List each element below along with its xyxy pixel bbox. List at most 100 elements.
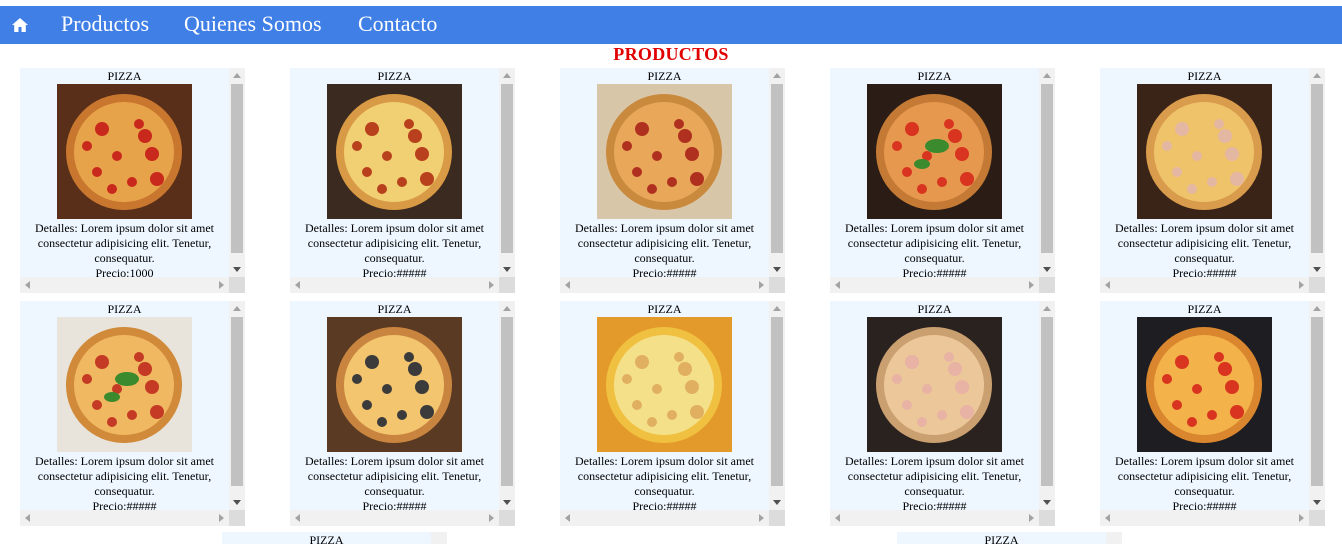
horizontal-scrollbar[interactable] — [290, 277, 499, 293]
scroll-left-arrow-icon[interactable] — [565, 514, 570, 522]
horizontal-scrollbar[interactable] — [290, 510, 499, 526]
vertical-scrollbar[interactable] — [1309, 301, 1325, 510]
scroll-thumb[interactable] — [771, 84, 783, 253]
scrollbar-corner — [769, 510, 785, 526]
horizontal-scrollbar[interactable] — [1100, 277, 1309, 293]
vertical-scrollbar[interactable] — [769, 301, 785, 510]
product-image — [327, 317, 462, 452]
scroll-right-arrow-icon[interactable] — [489, 514, 494, 522]
product-card[interactable]: PIZZA Detalles: Lorem ipsum dolor sit ame… — [1100, 301, 1325, 526]
scroll-right-arrow-icon[interactable] — [1299, 281, 1304, 289]
scroll-left-arrow-icon[interactable] — [835, 281, 840, 289]
scroll-left-arrow-icon[interactable] — [835, 514, 840, 522]
vertical-scrollbar[interactable] — [1309, 68, 1325, 277]
vertical-scrollbar[interactable] — [229, 301, 245, 510]
scroll-up-arrow-icon[interactable] — [503, 306, 511, 311]
product-detail: Detalles: Lorem ipsum dolor sit amet con… — [1115, 221, 1294, 265]
scroll-up-arrow-icon[interactable] — [773, 73, 781, 78]
product-card-partial[interactable]: PIZZA — [222, 532, 447, 544]
product-card[interactable]: PIZZA Detalles: Lorem ipsum dolor sit ame… — [560, 68, 785, 293]
scroll-down-arrow-icon[interactable] — [773, 267, 781, 272]
scroll-left-arrow-icon[interactable] — [25, 281, 30, 289]
vertical-scrollbar[interactable] — [229, 68, 245, 277]
scroll-up-arrow-icon[interactable] — [773, 306, 781, 311]
home-icon[interactable] — [11, 16, 29, 34]
nav-link-quienes-somos[interactable]: Quienes Somos — [184, 10, 322, 38]
scroll-right-arrow-icon[interactable] — [759, 514, 764, 522]
horizontal-scrollbar[interactable] — [1100, 510, 1309, 526]
scroll-up-arrow-icon[interactable] — [1313, 306, 1321, 311]
horizontal-scrollbar[interactable] — [20, 277, 229, 293]
scroll-left-arrow-icon[interactable] — [1105, 281, 1110, 289]
product-name: PIZZA — [1187, 302, 1222, 316]
product-card-partial[interactable]: PIZZA — [897, 532, 1122, 544]
product-card[interactable]: PIZZA Detalles: Lorem ipsum dolor sit ame… — [20, 301, 245, 526]
product-card-content: PIZZA Detalles: Lorem ipsum dolor sit ame… — [1100, 68, 1309, 277]
scroll-up-arrow-icon[interactable] — [1043, 73, 1051, 78]
horizontal-scrollbar[interactable] — [560, 510, 769, 526]
scroll-thumb[interactable] — [1311, 317, 1323, 486]
product-image — [867, 84, 1002, 219]
scroll-up-arrow-icon[interactable] — [233, 306, 241, 311]
scroll-down-arrow-icon[interactable] — [1313, 500, 1321, 505]
product-image — [597, 317, 732, 452]
scroll-right-arrow-icon[interactable] — [219, 281, 224, 289]
scroll-right-arrow-icon[interactable] — [1299, 514, 1304, 522]
product-card[interactable]: PIZZA Detalles: Lorem ipsum dolor sit ame… — [290, 68, 515, 293]
vertical-scrollbar[interactable] — [499, 301, 515, 510]
scroll-right-arrow-icon[interactable] — [489, 281, 494, 289]
scroll-left-arrow-icon[interactable] — [565, 281, 570, 289]
nav-link-contacto[interactable]: Contacto — [358, 10, 437, 38]
scroll-thumb[interactable] — [501, 317, 513, 486]
vertical-scrollbar[interactable] — [769, 68, 785, 277]
scroll-left-arrow-icon[interactable] — [295, 281, 300, 289]
scroll-up-arrow-icon[interactable] — [503, 73, 511, 78]
product-card-content: PIZZA Detalles: Lorem ipsum dolor sit ame… — [560, 68, 769, 277]
scroll-thumb[interactable] — [1041, 84, 1053, 253]
scroll-down-arrow-icon[interactable] — [1043, 267, 1051, 272]
product-card[interactable]: PIZZA Detalles: Lorem ipsum dolor sit ame… — [290, 301, 515, 526]
product-card[interactable]: PIZZA Detalles: Lorem ipsum dolor sit ame… — [1100, 68, 1325, 293]
scroll-thumb[interactable] — [1041, 317, 1053, 486]
scroll-thumb[interactable] — [1311, 84, 1323, 253]
scroll-thumb[interactable] — [501, 84, 513, 253]
scroll-right-arrow-icon[interactable] — [1029, 281, 1034, 289]
scroll-up-arrow-icon[interactable] — [1313, 73, 1321, 78]
scroll-left-arrow-icon[interactable] — [25, 514, 30, 522]
scroll-right-arrow-icon[interactable] — [1029, 514, 1034, 522]
product-name: PIZZA — [917, 302, 952, 316]
scroll-down-arrow-icon[interactable] — [503, 267, 511, 272]
scroll-down-arrow-icon[interactable] — [1313, 267, 1321, 272]
scroll-down-arrow-icon[interactable] — [503, 500, 511, 505]
scroll-down-arrow-icon[interactable] — [233, 267, 241, 272]
product-card[interactable]: PIZZA Detalles: Lorem ipsum dolor sit ame… — [560, 301, 785, 526]
scroll-thumb[interactable] — [231, 317, 243, 486]
scroll-left-arrow-icon[interactable] — [295, 514, 300, 522]
product-card[interactable]: PIZZA Detalles: Lorem ipsum dolor sit ame… — [830, 68, 1055, 293]
product-card[interactable]: PIZZA Detalles: Lorem ipsum dolor sit ame… — [830, 301, 1055, 526]
vertical-scrollbar[interactable] — [1106, 532, 1122, 544]
scroll-up-arrow-icon[interactable] — [1043, 306, 1051, 311]
scroll-left-arrow-icon[interactable] — [1105, 514, 1110, 522]
vertical-scrollbar[interactable] — [1039, 68, 1055, 277]
scroll-down-arrow-icon[interactable] — [1043, 500, 1051, 505]
scroll-down-arrow-icon[interactable] — [773, 500, 781, 505]
vertical-scrollbar[interactable] — [499, 68, 515, 277]
horizontal-scrollbar[interactable] — [830, 510, 1039, 526]
nav-link-productos[interactable]: Productos — [61, 10, 149, 38]
scroll-thumb[interactable] — [771, 317, 783, 486]
vertical-scrollbar[interactable] — [431, 532, 447, 544]
pizza-image — [1137, 317, 1272, 452]
scroll-right-arrow-icon[interactable] — [759, 281, 764, 289]
scroll-right-arrow-icon[interactable] — [219, 514, 224, 522]
horizontal-scrollbar[interactable] — [20, 510, 229, 526]
scroll-down-arrow-icon[interactable] — [233, 500, 241, 505]
pizza-image — [1137, 84, 1272, 219]
scroll-up-arrow-icon[interactable] — [233, 73, 241, 78]
product-card[interactable]: PIZZA Detalles: Lorem ipsum dolor sit ame… — [20, 68, 245, 293]
scroll-thumb[interactable] — [231, 84, 243, 253]
pizza-image — [57, 84, 192, 219]
horizontal-scrollbar[interactable] — [830, 277, 1039, 293]
vertical-scrollbar[interactable] — [1039, 301, 1055, 510]
horizontal-scrollbar[interactable] — [560, 277, 769, 293]
